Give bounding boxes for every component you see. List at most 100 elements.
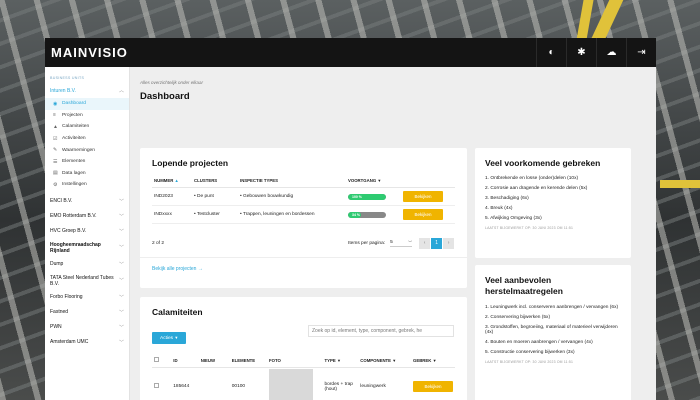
sidebar-group[interactable]: PWN ﹀ — [45, 320, 129, 335]
chevron-down-icon: ﹀ — [118, 278, 124, 285]
column-header: VOORTGANG ▼ — [346, 174, 401, 188]
filter-icon: ▼ — [392, 357, 397, 363]
chevron-down-icon: ﹀ — [118, 339, 124, 346]
sidebar-item-projecten[interactable]: ≡ Projecten — [45, 110, 129, 122]
calamity-element: 00100 — [229, 367, 268, 400]
search-input[interactable]: Zoek op id, element, type, component, ge… — [308, 325, 454, 337]
select-all-checkbox[interactable] — [154, 357, 159, 362]
sidebar-group[interactable]: Amsterdam UMC ﹀ — [45, 335, 129, 350]
list-item: 5. Constructie conservering bijwerken (3… — [485, 350, 575, 355]
column-header[interactable]: COMPONENTE ▼ — [358, 353, 411, 368]
recommended-list: 1. Leuningwerk incl. conserveren aanbren… — [485, 305, 621, 355]
table-row: 185644 00100 bordes + trap (hout) leunin… — [152, 367, 455, 400]
logout-icon[interactable]: ⇥ — [626, 38, 656, 67]
list-icon: ☰ — [53, 158, 58, 165]
column-header: INSPECTIE TYPES — [238, 174, 346, 188]
column-header: ELEMENTE — [229, 353, 268, 368]
row-checkbox[interactable] — [154, 383, 159, 388]
sidebar-item-elementen[interactable]: ☰ Elementen — [45, 156, 129, 168]
project-type: • Gebouwen bouwkundig — [238, 187, 346, 206]
list-item: 3. Beschadiging (6x) — [485, 196, 529, 201]
sidebar-item-waarnemingen[interactable]: ✎ Waarnemingen — [45, 144, 129, 156]
column-header[interactable]: GEBREK ▼ — [411, 353, 455, 368]
progress-label: 34 % — [352, 212, 360, 217]
sidebar-item-label: Dashboard — [62, 101, 86, 107]
list-item: 4. Breuk (4x) — [485, 206, 513, 211]
caret-down-icon: ▼ — [174, 335, 179, 340]
sidebar-item-label: Activiteiten — [62, 136, 86, 142]
view-project-button[interactable]: Bekijken — [403, 209, 443, 220]
chevron-down-icon: ﹀ — [408, 240, 413, 245]
sidebar-item-activiteiten[interactable]: ☑ Activiteiten — [45, 133, 129, 145]
calamities-card: Calamiteiten Acties ▼ Zoek op id, elemen… — [140, 297, 467, 400]
column-header[interactable]: NUMMER ▲ — [152, 174, 192, 188]
sidebar-item-dashboard[interactable]: ◉ Dashboard — [45, 98, 129, 110]
updated-timestamp: LAATST BIJGEWERKT OP: 30 JUNI 2023 OM 11… — [485, 226, 574, 230]
all-projects-link[interactable]: Bekijk alle projecten → — [152, 266, 203, 272]
sidebar-group-active[interactable]: Inturen B.V. ︿ — [45, 83, 129, 98]
sidebar-item-calamiteiten[interactable]: ▲ Calamiteiten — [45, 121, 129, 133]
sidebar-group[interactable]: Fastned ﹀ — [45, 305, 129, 320]
list-item: 2. Conservering bijwerken (5x) — [485, 315, 551, 320]
view-calamity-button[interactable]: Bekijken — [413, 381, 453, 392]
sidebar-group-label: Inturen B.V. — [50, 87, 76, 94]
sidebar-group[interactable]: Dump ﹀ — [45, 257, 129, 272]
project-cluster: • De punt — [192, 187, 238, 206]
top-bar: MAINVISIO ◐ ✱ ☁ ⇥ — [45, 38, 656, 67]
sidebar-item-label: Instellingen — [62, 182, 87, 188]
progress-bar: 34 % — [348, 211, 386, 218]
main-content: Alles overzichtelijk onder elkaar Dashbo… — [130, 67, 656, 400]
list-item: 1. Ontbrekende en losse (onder)delen (10… — [485, 176, 579, 181]
column-header: FOTO — [267, 353, 323, 368]
sidebar-group[interactable]: ENCI B.V. ﹀ — [45, 194, 129, 209]
chevron-up-icon: ︿ — [118, 88, 124, 94]
wrench-icon: ✎ — [53, 147, 58, 154]
column-header: NIEUW — [198, 353, 230, 368]
sidebar-group-label: Fastned — [50, 309, 69, 316]
chevron-down-icon: ﹀ — [118, 228, 124, 235]
bug-icon[interactable]: ✱ — [566, 38, 596, 67]
sidebar-group[interactable]: Forbo Flooring ﹀ — [45, 290, 129, 305]
column-header[interactable]: TYPE ▼ — [322, 353, 359, 368]
sidebar-group-label: Forbo Flooring — [50, 294, 83, 301]
sidebar: BUSINESS UNITS Inturen B.V. ︿ ◉ Dashboar… — [45, 67, 130, 400]
prev-page-button[interactable]: ‹ — [419, 238, 431, 249]
sidebar-item-data-lagen[interactable]: ▤ Data lagen — [45, 168, 129, 180]
sidebar-group-label: ENCI B.V. — [50, 198, 73, 205]
updated-timestamp: LAATST BIJGEWERKT OP: 30 JUNI 2023 OM 11… — [485, 360, 574, 364]
view-project-button[interactable]: Bekijken — [403, 191, 443, 202]
contrast-icon[interactable]: ◐ — [536, 38, 566, 67]
layers-icon: ≡ — [53, 112, 56, 119]
warning-icon: ▲ — [53, 123, 58, 130]
logo: MAINVISIO — [51, 45, 128, 60]
progress-label: 100 % — [352, 194, 362, 199]
cloud-upload-icon[interactable]: ☁ — [596, 38, 626, 67]
sidebar-item-instellingen[interactable]: ⚙ Instellingen — [45, 179, 129, 191]
chevron-down-icon: ﹀ — [118, 245, 124, 252]
pagination: Items per pagina: 5 ﹀ ‹ 1 › — [348, 238, 455, 249]
page-info: 2 of 2 — [152, 241, 165, 246]
column-header: ID — [171, 353, 199, 368]
list-item: 1. Leuningwerk incl. conserveren aanbren… — [485, 305, 619, 310]
per-page-select[interactable]: 5 ﹀ — [390, 240, 413, 247]
background-beam — [660, 180, 700, 188]
chevron-down-icon: ﹀ — [118, 309, 124, 316]
sidebar-group[interactable]: Hoogheemraadschap Rijnland ﹀ — [45, 239, 129, 257]
actions-button[interactable]: Acties ▼ — [152, 332, 187, 344]
defects-list: 1. Ontbrekende en losse (onder)delen (10… — [485, 176, 621, 221]
table-row: INDxxxx • Testcluster • Trappen, leuning… — [152, 205, 455, 224]
column-header — [401, 174, 455, 188]
project-number: IND2023 — [152, 187, 192, 206]
chevron-down-icon: ﹀ — [118, 213, 124, 220]
next-page-button[interactable]: › — [443, 238, 455, 249]
sidebar-group[interactable]: HVC Groep B.V. ﹀ — [45, 224, 129, 239]
sort-asc-icon: ▲ — [174, 178, 179, 183]
sidebar-group[interactable]: TATA Steel Nederland Tubes B.V. ﹀ — [45, 272, 129, 290]
sidebar-group[interactable]: EMO Rotterdam B.V. ﹀ — [45, 209, 129, 224]
projects-table: NUMMER ▲ CLUSTERS INSPECTIE TYPES VOORTG… — [152, 174, 455, 224]
page-button[interactable]: 1 — [431, 238, 443, 249]
projects-card: Lopende projecten NUMMER ▲ CLUSTERS INSP… — [140, 148, 467, 288]
sidebar-group-label: Amsterdam UMC — [50, 339, 89, 346]
defects-title: Veel voorkomende gebreken — [485, 158, 601, 168]
calamity-photo[interactable] — [269, 368, 314, 400]
